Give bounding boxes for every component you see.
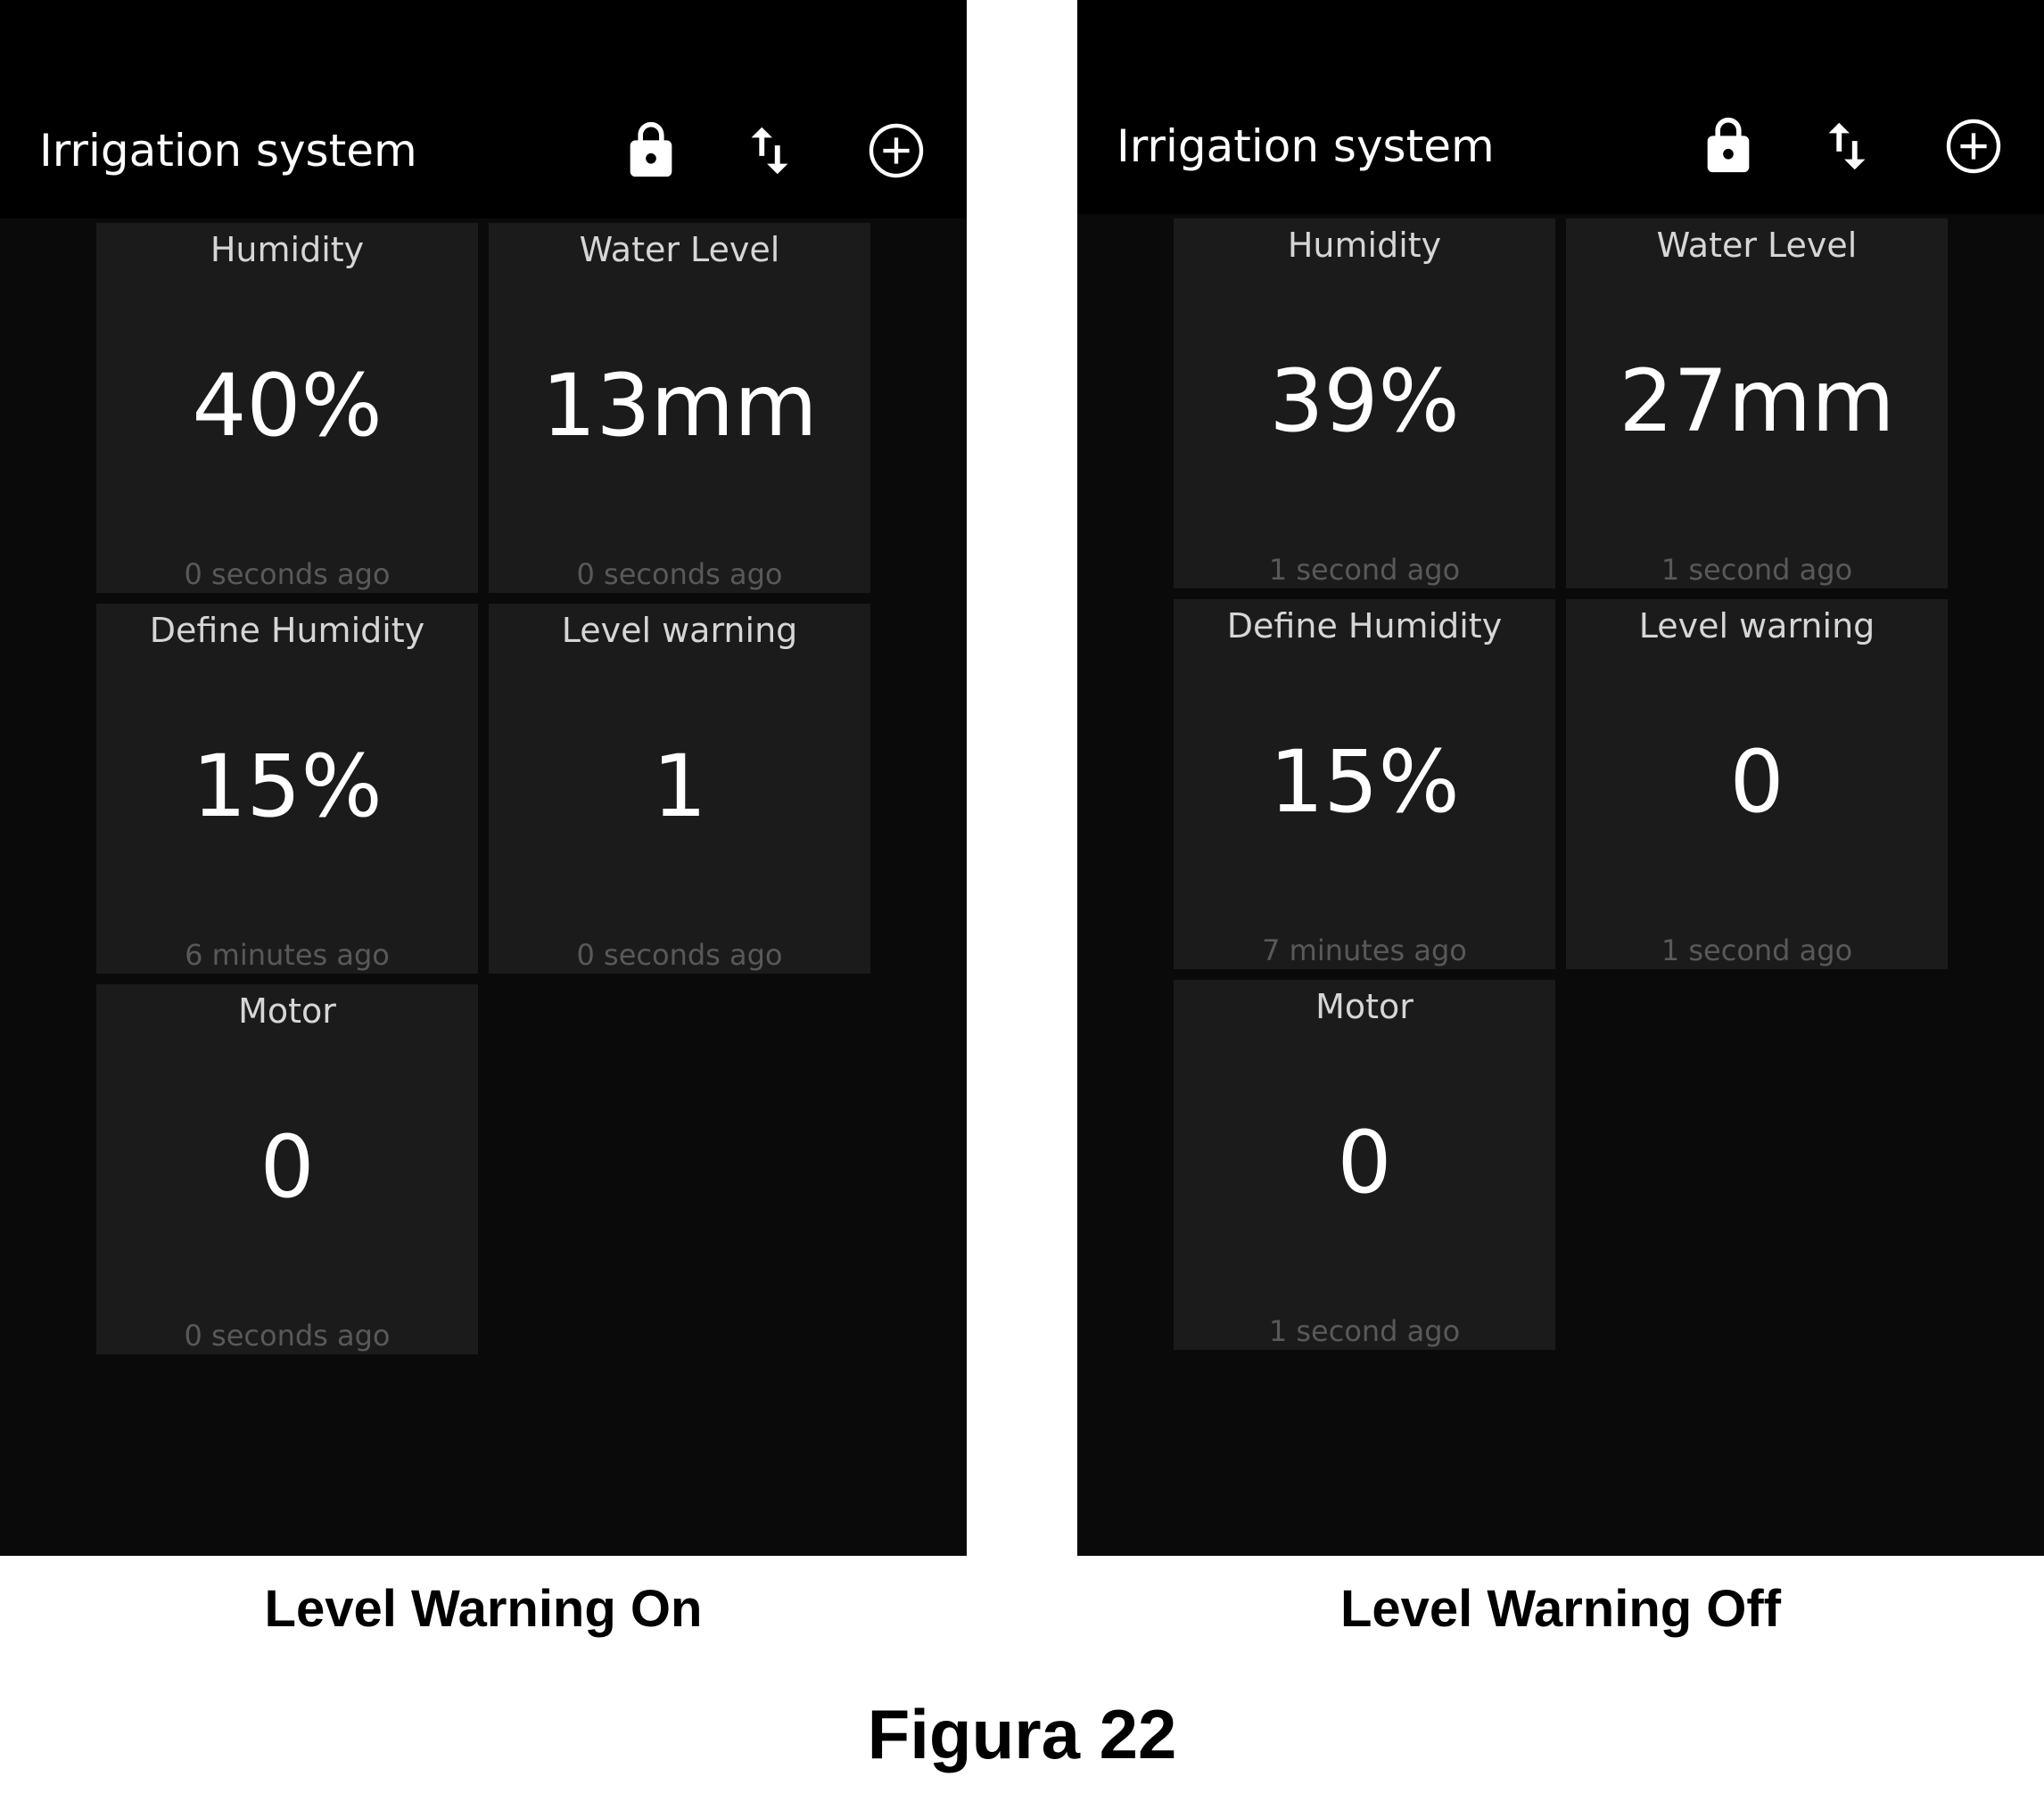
tile-motor[interactable]: Motor 0 0 seconds ago	[96, 984, 478, 1354]
tile-water-level[interactable]: Water Level 27mm 1 second ago	[1566, 218, 1948, 588]
tile-timestamp: 1 second ago	[1661, 933, 1853, 967]
tile-value: 15%	[192, 736, 383, 836]
lock-icon[interactable]	[620, 119, 682, 182]
tile-value: 27mm	[1619, 351, 1895, 451]
tile-label: Water Level	[579, 230, 780, 269]
tile-value: 40%	[192, 356, 383, 456]
tile-timestamp: 0 seconds ago	[576, 938, 783, 972]
sort-icon[interactable]	[1816, 115, 1878, 177]
tile-timestamp: 1 second ago	[1661, 553, 1853, 587]
tile-label: Define Humidity	[149, 611, 425, 650]
widget-grid: Humidity 39% 1 second ago Water Level 27…	[1174, 218, 1949, 1351]
app-title: Irrigation system	[1117, 120, 1495, 172]
lock-icon[interactable]	[1697, 115, 1760, 177]
tile-value: 39%	[1269, 351, 1460, 451]
figure-title: Figura 22	[867, 1695, 1177, 1773]
tile-timestamp: 0 seconds ago	[184, 1319, 391, 1353]
caption-level-warning-on: Level Warning On	[264, 1580, 703, 1638]
tile-value: 0	[1729, 732, 1784, 832]
tile-label: Water Level	[1656, 226, 1858, 265]
tile-label: Humidity	[1287, 226, 1442, 265]
tile-motor[interactable]: Motor 0 1 second ago	[1174, 980, 1555, 1350]
tile-define-humidity[interactable]: Define Humidity 15% 6 minutes ago	[96, 604, 478, 974]
tile-label: Level warning	[1638, 606, 1875, 646]
tile-value: 13mm	[541, 356, 818, 456]
tile-define-humidity[interactable]: Define Humidity 15% 7 minutes ago	[1174, 599, 1555, 969]
app-screen-left: Irrigation system Humidity 40% 0 seconds…	[0, 0, 967, 1556]
tile-timestamp: 0 seconds ago	[576, 557, 783, 591]
app-screen-right: Irrigation system Humidity 39% 1 second …	[1077, 0, 2044, 1556]
caption-level-warning-off: Level Warning Off	[1339, 1580, 1782, 1638]
tile-label: Level warning	[561, 611, 798, 650]
tile-value: 0	[1337, 1113, 1392, 1213]
tile-timestamp: 0 seconds ago	[184, 557, 391, 591]
tile-value: 1	[652, 736, 707, 836]
app-title: Irrigation system	[39, 125, 417, 177]
tile-timestamp: 1 second ago	[1268, 1314, 1461, 1348]
tile-level-warning[interactable]: Level warning 1 0 seconds ago	[489, 604, 870, 974]
tile-label: Humidity	[210, 230, 365, 269]
tile-label: Define Humidity	[1226, 606, 1503, 646]
widget-grid: Humidity 40% 0 seconds ago Water Level 1…	[96, 223, 872, 1355]
add-circle-icon[interactable]	[865, 119, 927, 182]
tile-label: Motor	[1315, 987, 1413, 1026]
tile-humidity[interactable]: Humidity 40% 0 seconds ago	[96, 223, 478, 593]
tile-value: 0	[260, 1117, 315, 1217]
app-bar: Irrigation system	[1077, 0, 2044, 214]
tile-water-level[interactable]: Water Level 13mm 0 seconds ago	[489, 223, 870, 593]
sort-icon[interactable]	[738, 119, 801, 182]
tile-humidity[interactable]: Humidity 39% 1 second ago	[1174, 218, 1555, 588]
tile-label: Motor	[238, 991, 336, 1031]
tile-timestamp: 7 minutes ago	[1262, 933, 1467, 967]
tile-timestamp: 1 second ago	[1268, 553, 1461, 587]
add-circle-icon[interactable]	[1942, 115, 2005, 177]
tile-timestamp: 6 minutes ago	[185, 938, 390, 972]
tile-level-warning[interactable]: Level warning 0 1 second ago	[1566, 599, 1948, 969]
app-bar: Irrigation system	[0, 0, 967, 218]
tile-value: 15%	[1269, 732, 1460, 832]
